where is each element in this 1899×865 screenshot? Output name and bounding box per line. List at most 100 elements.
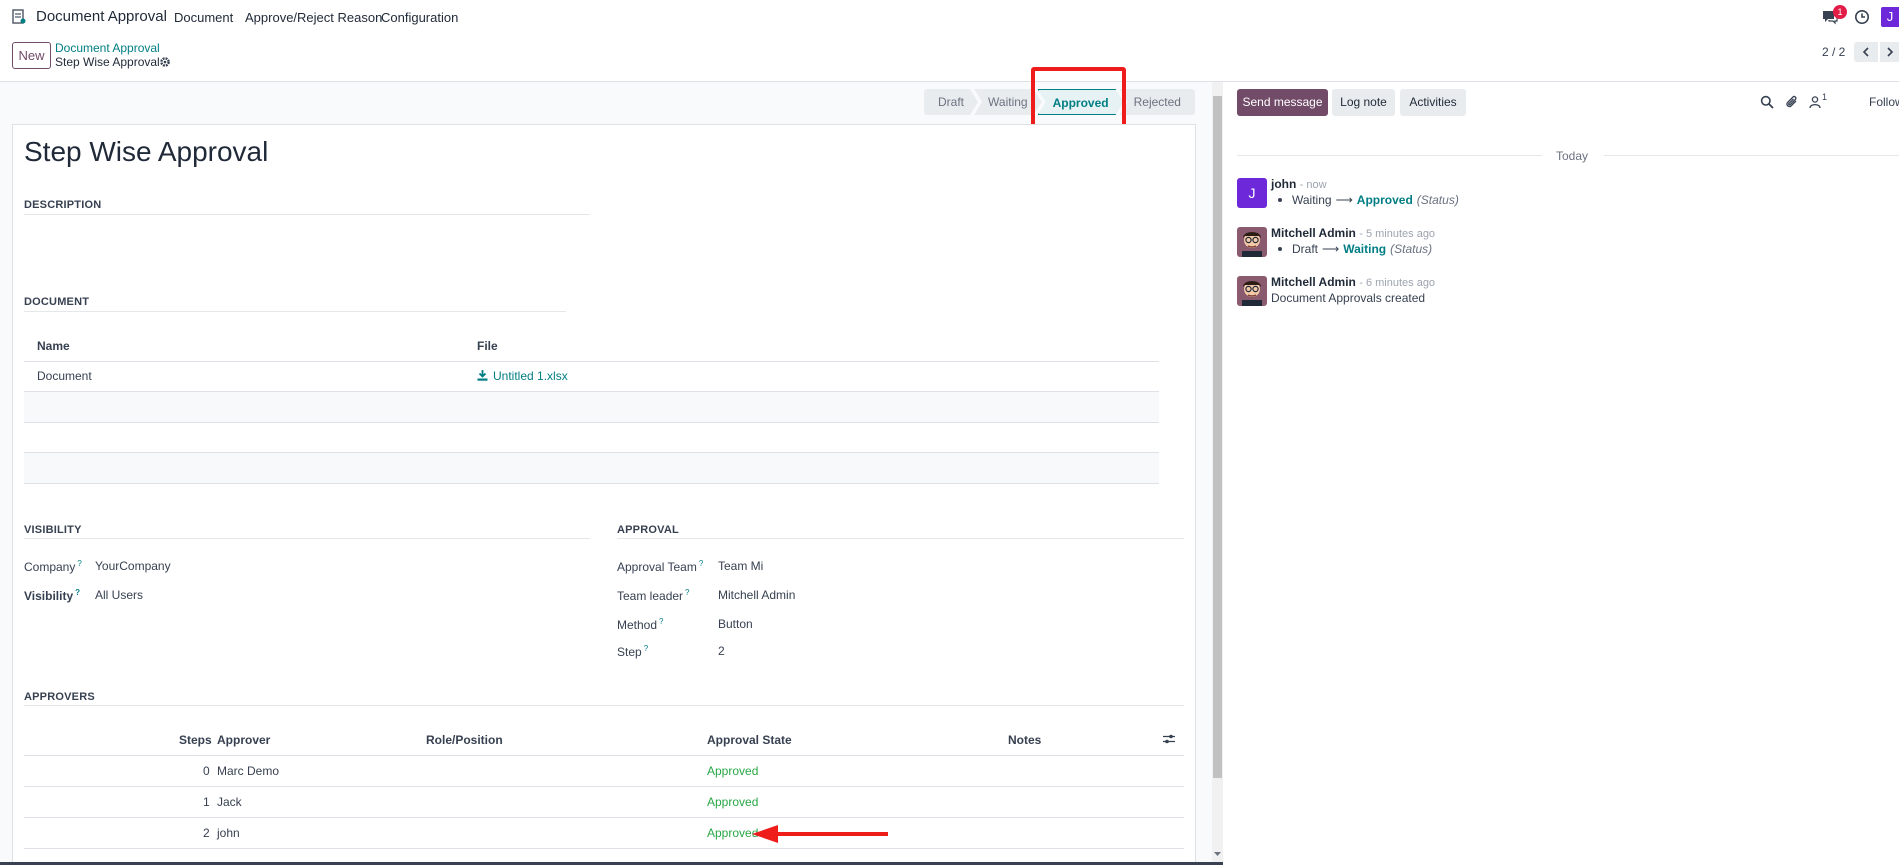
visibility-section-label: VISIBILITY (24, 524, 82, 536)
description-divider (24, 214, 590, 215)
app-document-icon[interactable] (12, 9, 26, 25)
menu-document[interactable]: Document (174, 10, 233, 25)
help-tooltip-icon[interactable]: ? (644, 644, 648, 653)
download-icon (477, 370, 488, 381)
col-steps-header[interactable]: Steps (179, 733, 212, 747)
message-author[interactable]: john - now (1271, 177, 1327, 191)
paperclip-icon[interactable] (1785, 95, 1799, 109)
stage-draft[interactable]: Draft (924, 89, 978, 115)
description-label: DESCRIPTION (24, 199, 102, 211)
annotation-arrow (752, 825, 888, 843)
menu-configuration[interactable]: Configuration (381, 10, 458, 25)
visibility-value[interactable]: All Users (95, 588, 143, 602)
approval-state-cell: Approved (707, 795, 759, 809)
approver-cell: john (217, 826, 240, 840)
visibility-divider (24, 538, 590, 539)
method-label: Method? (617, 617, 664, 632)
row-divider (24, 483, 1159, 484)
send-message-button[interactable]: Send message (1237, 89, 1328, 116)
approval-section-label: APPROVAL (617, 524, 679, 536)
message-time: - 5 minutes ago (1359, 228, 1436, 240)
row-divider (24, 848, 1184, 849)
avatar[interactable] (1237, 276, 1267, 306)
pager-previous-button[interactable] (1854, 42, 1878, 62)
approval-divider (617, 538, 1184, 539)
approval-team-value[interactable]: Team Mi (718, 559, 763, 573)
record-title[interactable]: Step Wise Approval (24, 136, 268, 168)
gear-icon[interactable] (159, 56, 171, 68)
help-tooltip-icon[interactable]: ? (659, 617, 663, 626)
tracking-value: Draft ⟶ Waiting (Status) (1271, 242, 1432, 256)
table-header-line (24, 361, 1159, 362)
help-tooltip-icon[interactable]: ? (77, 559, 81, 568)
file-name: Untitled 1.xlsx (493, 369, 568, 383)
avatar[interactable] (1237, 227, 1267, 257)
approval-state-cell: Approved (707, 826, 759, 840)
document-divider (24, 311, 566, 312)
col-approver-header[interactable]: Approver (217, 733, 270, 747)
empty-row (24, 392, 1159, 422)
message-body: Document Approvals created (1271, 291, 1426, 305)
step-cell: 2 (203, 826, 210, 840)
help-tooltip-icon[interactable]: ? (685, 588, 689, 597)
message-author[interactable]: Mitchell Admin - 5 minutes ago (1271, 226, 1435, 240)
user-avatar[interactable]: J (1881, 7, 1899, 27)
breadcrumb-current: Step Wise Approval (55, 55, 160, 69)
approvers-divider (24, 705, 1184, 706)
tracking-value: Waiting ⟶ Approved (Status) (1271, 193, 1459, 207)
avatar[interactable]: J (1237, 178, 1267, 208)
step-label: Step? (617, 644, 649, 659)
visibility-label: Visibility? (24, 588, 81, 603)
activity-clock-icon[interactable] (1854, 9, 1870, 25)
document-name-cell: Document (37, 369, 92, 383)
top-navbar: Document Approval Document Approve/Rejec… (0, 0, 1899, 34)
message-author[interactable]: Mitchell Admin - 6 minutes ago (1271, 275, 1435, 289)
followers-count: 1 (1822, 92, 1828, 102)
new-button[interactable]: New (12, 42, 51, 69)
company-label: Company? (24, 559, 82, 574)
col-role-header[interactable]: Role/Position (426, 733, 503, 747)
file-download-link[interactable]: Untitled 1.xlsx (477, 369, 568, 383)
column-settings-icon[interactable] (1163, 733, 1175, 745)
search-icon[interactable] (1760, 95, 1774, 109)
step-cell: 1 (203, 795, 210, 809)
follow-button[interactable]: Follow (1869, 95, 1899, 109)
stage-rejected[interactable]: Rejected (1119, 89, 1195, 115)
help-tooltip-icon[interactable]: ? (75, 588, 80, 597)
date-separator: Today (1556, 149, 1589, 163)
approver-cell: Marc Demo (217, 764, 280, 778)
col-state-header[interactable]: Approval State (707, 733, 792, 747)
col-name-header[interactable]: Name (37, 339, 70, 353)
activities-button[interactable]: Activities (1400, 89, 1466, 116)
row-divider (24, 817, 1184, 818)
team-leader-label: Team leader? (617, 588, 690, 603)
step-cell: 0 (203, 764, 210, 778)
approval-state-cell: Approved (707, 764, 759, 778)
col-notes-header[interactable]: Notes (1008, 733, 1041, 747)
menu-approve-reject-reason[interactable]: Approve/Reject Reason (245, 10, 382, 25)
row-divider (24, 786, 1184, 787)
company-value[interactable]: YourCompany (95, 559, 171, 573)
row-divider (24, 422, 1159, 423)
step-value[interactable]: 2 (718, 644, 725, 658)
scroll-down-arrow-icon[interactable] (1212, 848, 1223, 859)
pager-next-button[interactable] (1880, 42, 1899, 62)
col-file-header[interactable]: File (477, 339, 498, 353)
approver-cell: Jack (217, 795, 242, 809)
message-time: - 6 minutes ago (1359, 277, 1436, 289)
pager-value[interactable]: 2 / 2 (1822, 45, 1845, 59)
log-note-button[interactable]: Log note (1332, 89, 1395, 116)
message-count-badge: 1 (1833, 5, 1847, 19)
app-name[interactable]: Document Approval (36, 8, 167, 25)
help-tooltip-icon[interactable]: ? (699, 559, 703, 568)
chevron-left-icon (1862, 47, 1869, 57)
document-label: DOCUMENT (24, 296, 90, 308)
method-value[interactable]: Button (718, 617, 753, 631)
date-divider-left (1237, 155, 1542, 156)
message-time: - now (1299, 179, 1327, 191)
breadcrumb-parent[interactable]: Document Approval (55, 41, 160, 55)
team-leader-value[interactable]: Mitchell Admin (718, 588, 795, 602)
approval-team-label: Approval Team? (617, 559, 704, 574)
chevron-right-icon (1887, 47, 1894, 57)
scrollbar-thumb[interactable] (1213, 96, 1222, 778)
